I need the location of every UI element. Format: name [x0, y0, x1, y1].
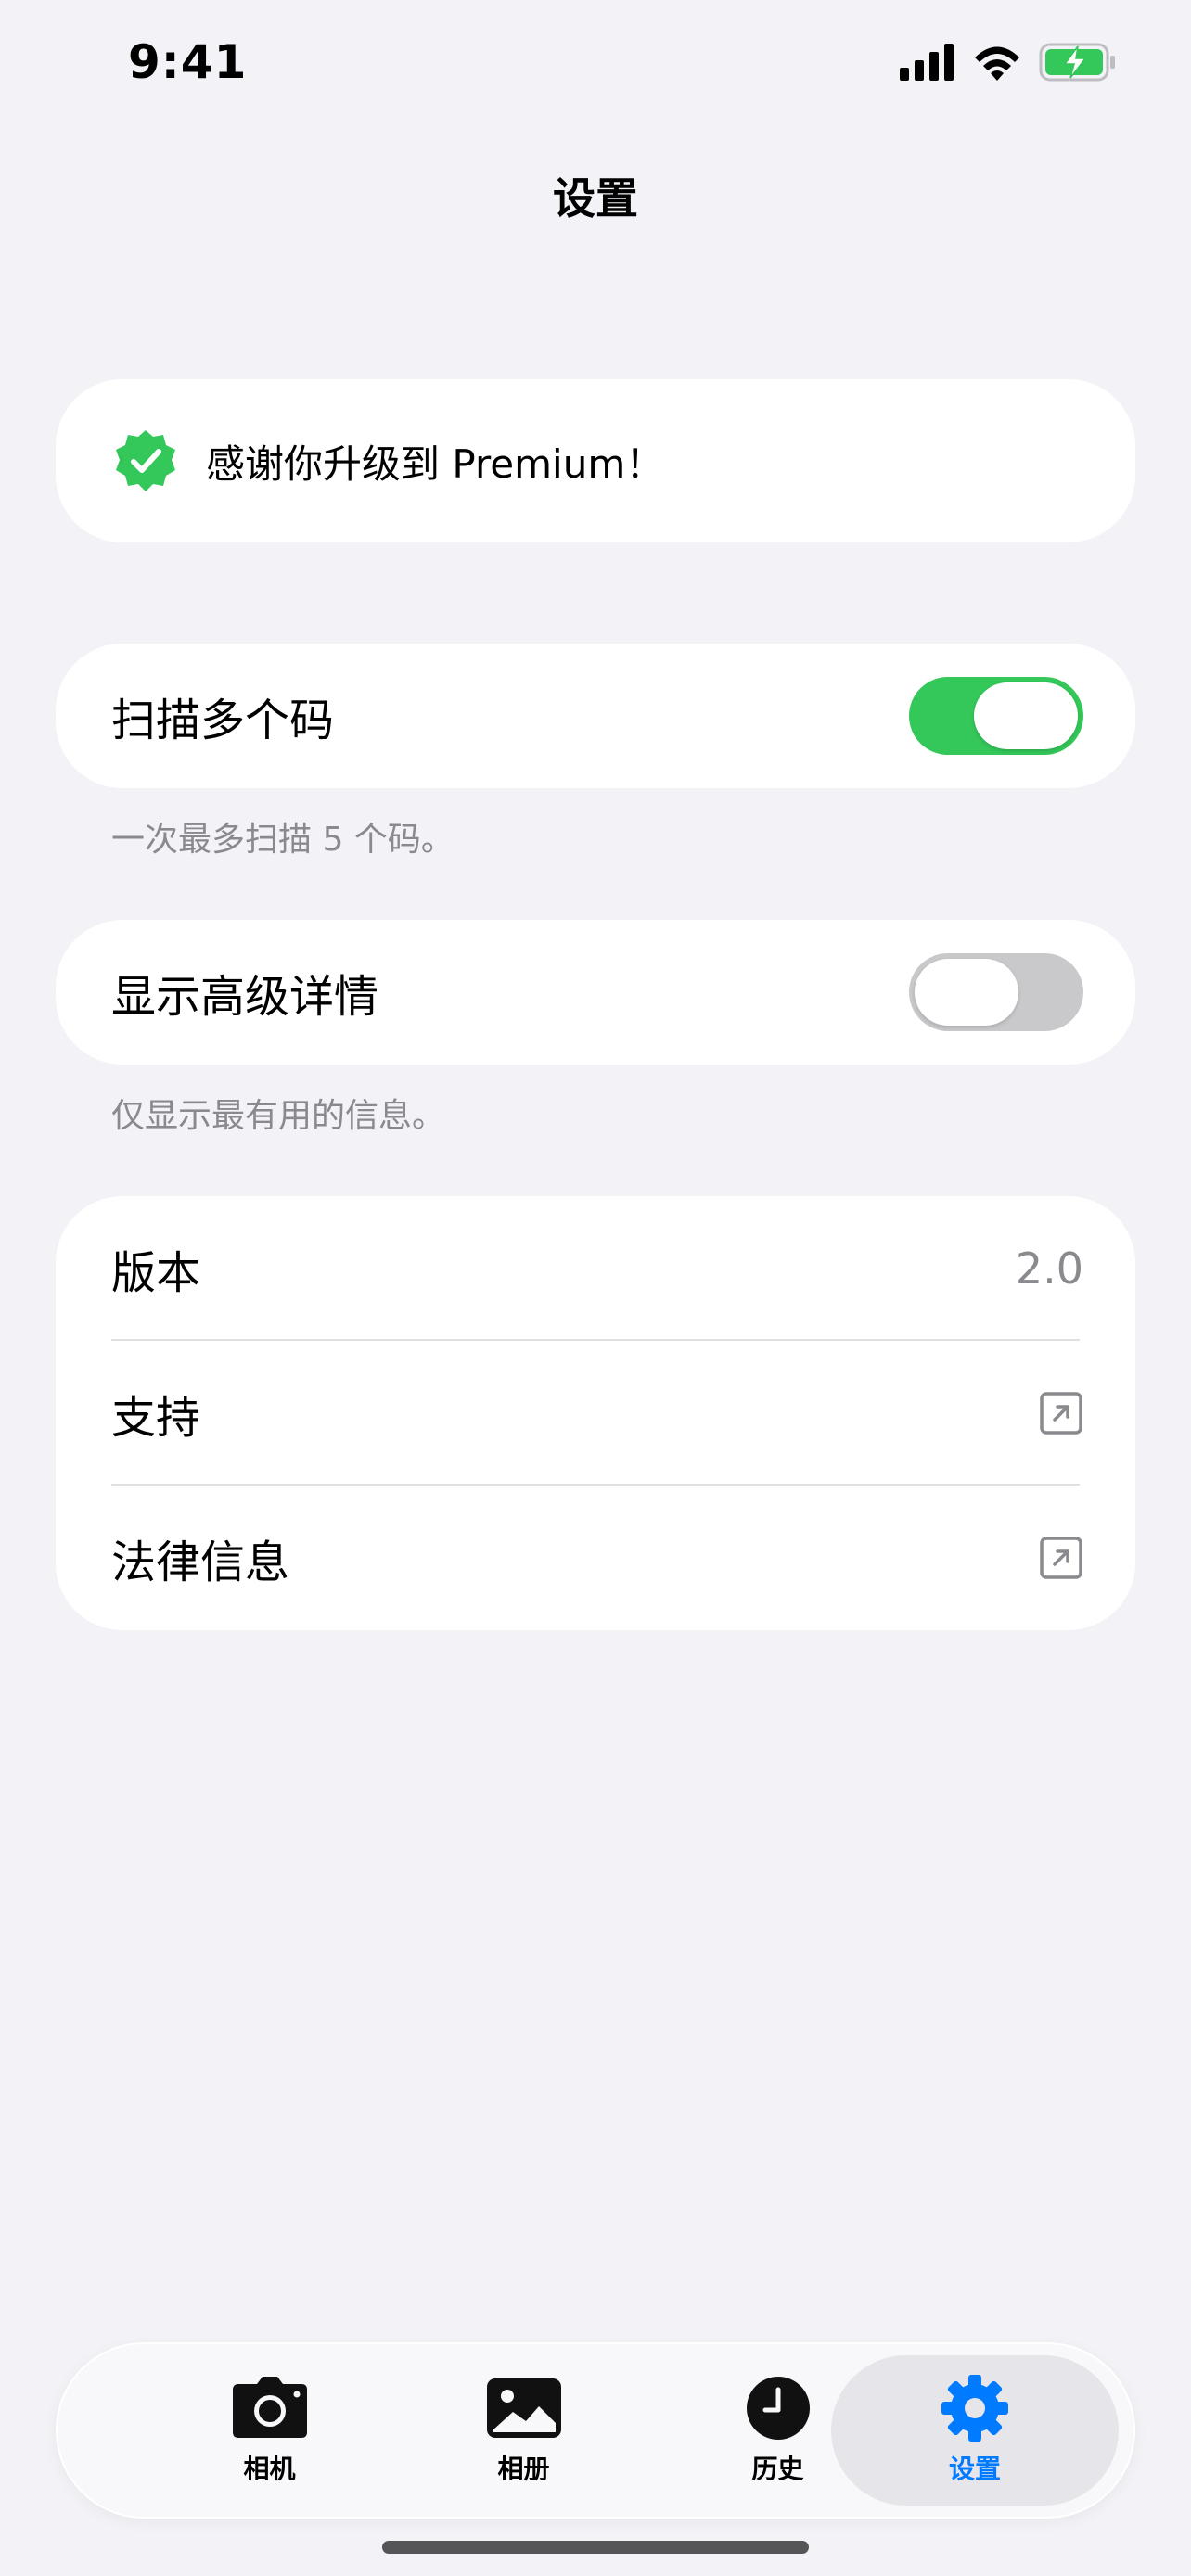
- tab-label: 相机: [243, 2454, 296, 2484]
- verified-badge-icon: [116, 430, 175, 491]
- advanced-details-footnote: 仅显示最有用的信息。: [111, 1097, 446, 1135]
- version-label: 版本: [111, 1247, 201, 1299]
- tab-bar: 相机 相册 历史 设置: [58, 2344, 1133, 2517]
- status-time: 9:41: [128, 35, 248, 89]
- tab-label: 相册: [497, 2454, 550, 2484]
- info-card: 版本 2.0 支持 法律信息: [56, 1196, 1135, 1630]
- scan-multiple-row: 扫描多个码: [56, 644, 1135, 788]
- legal-row[interactable]: 法律信息: [56, 1486, 1135, 1630]
- legal-label: 法律信息: [111, 1537, 290, 1588]
- advanced-details-label: 显示高级详情: [111, 971, 379, 1023]
- page-title: 设置: [553, 173, 638, 223]
- gear-icon: [941, 2375, 1008, 2442]
- scan-multiple-card: 扫描多个码: [56, 644, 1135, 788]
- battery-charging-icon: [1039, 43, 1115, 82]
- advanced-details-toggle[interactable]: [909, 953, 1083, 1031]
- wifi-icon: [975, 46, 1019, 81]
- toggle-knob: [974, 682, 1078, 749]
- support-row[interactable]: 支持: [56, 1341, 1135, 1486]
- advanced-details-card: 显示高级详情: [56, 920, 1135, 1065]
- camera-icon: [232, 2377, 307, 2438]
- external-link-icon: [1040, 1392, 1082, 1435]
- tab-camera[interactable]: 相机: [143, 2355, 396, 2506]
- tab-settings[interactable]: 设置: [831, 2355, 1119, 2506]
- tab-photos[interactable]: 相册: [397, 2355, 650, 2506]
- scan-multiple-toggle[interactable]: [909, 677, 1083, 755]
- scan-multiple-footnote: 一次最多扫描 5 个码。: [111, 821, 455, 859]
- tab-label: 设置: [948, 2454, 1001, 2484]
- version-value: 2.0: [1015, 1243, 1083, 1294]
- version-row: 版本 2.0: [56, 1196, 1135, 1341]
- clock-icon: [746, 2377, 810, 2440]
- scan-multiple-label: 扫描多个码: [111, 695, 335, 746]
- premium-banner: 感谢你升级到 Premium！: [56, 379, 1135, 542]
- tab-label: 历史: [751, 2454, 804, 2484]
- home-indicator: [382, 2541, 809, 2554]
- premium-message: 感谢你升级到 Premium！: [206, 440, 665, 487]
- external-link-icon: [1040, 1537, 1082, 1579]
- toggle-knob: [915, 959, 1018, 1026]
- advanced-details-row: 显示高级详情: [56, 920, 1135, 1065]
- support-label: 支持: [111, 1392, 201, 1444]
- cellular-signal-icon: [900, 44, 954, 81]
- photo-icon: [486, 2378, 561, 2438]
- status-icons: [900, 43, 1117, 82]
